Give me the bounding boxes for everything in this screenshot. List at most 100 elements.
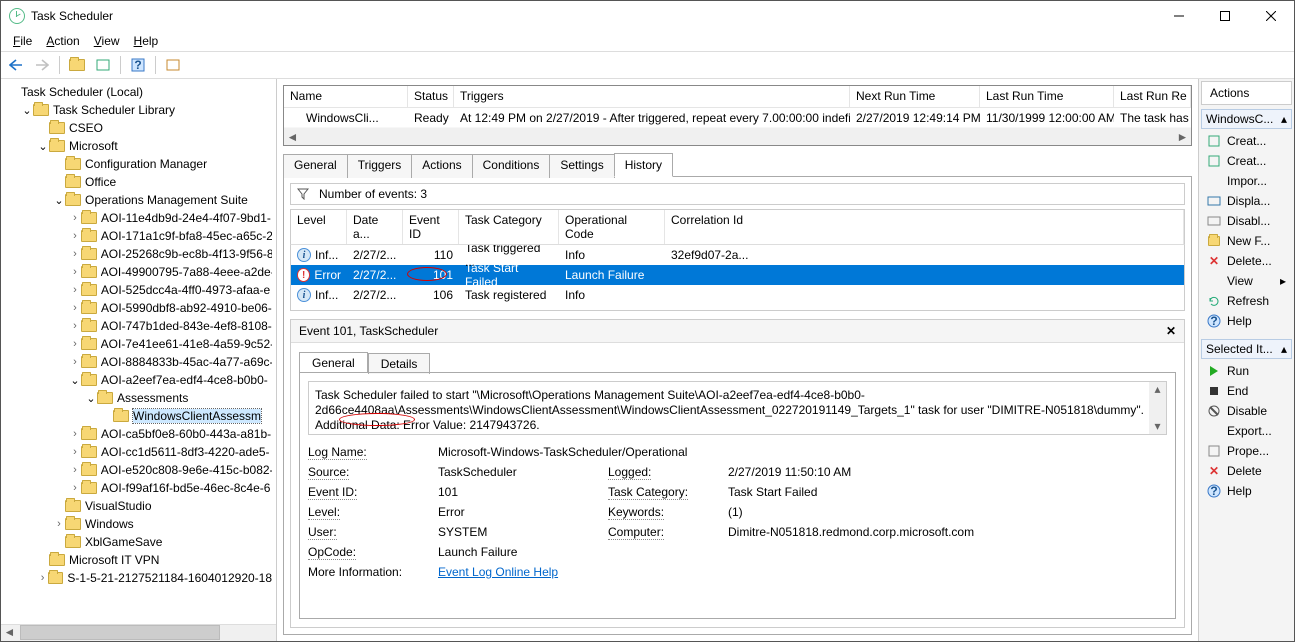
- tree-item[interactable]: WindowsClientAssessm: [5, 407, 276, 425]
- tree-item[interactable]: ⌄Microsoft: [5, 137, 276, 155]
- tree-item[interactable]: ›S-1-5-21-2127521184-1604012920-1887: [5, 569, 276, 587]
- tab-triggers[interactable]: Triggers: [347, 154, 413, 178]
- tree-item[interactable]: ›Windows: [5, 515, 276, 533]
- tree-item[interactable]: ›AOI-171a1c9f-bfa8-45ec-a65c-2: [5, 227, 276, 245]
- action-item[interactable]: ✕Delete...: [1201, 251, 1292, 271]
- action-item[interactable]: Export...: [1201, 421, 1292, 441]
- ev-col-cat[interactable]: Task Category: [459, 210, 559, 244]
- tree-item[interactable]: ›AOI-747b1ded-843e-4ef8-8108-: [5, 317, 276, 335]
- event-row[interactable]: iInf...2/27/2...110Task triggered ...Inf…: [291, 245, 1184, 265]
- expand-icon[interactable]: ›: [69, 464, 81, 476]
- tab-history[interactable]: History: [614, 153, 673, 177]
- action-item[interactable]: Creat...: [1201, 131, 1292, 151]
- col-status[interactable]: Status: [408, 86, 454, 107]
- tree-item[interactable]: ›AOI-8884833b-45ac-4a77-a69c-: [5, 353, 276, 371]
- action-item[interactable]: ?Help: [1201, 311, 1292, 331]
- actions-section-selected[interactable]: Selected It...▴: [1201, 339, 1292, 359]
- col-triggers[interactable]: Triggers: [454, 86, 850, 107]
- tree-h-scrollbar[interactable]: ◄: [1, 624, 276, 641]
- expand-icon[interactable]: ›: [69, 320, 81, 332]
- tree-item[interactable]: ›AOI-f99af16f-bd5e-46ec-8c4e-6: [5, 479, 276, 497]
- tab-actions[interactable]: Actions: [411, 154, 472, 178]
- tree-item[interactable]: ⌄Task Scheduler Library: [5, 101, 276, 119]
- back-button[interactable]: [5, 54, 27, 76]
- action-item[interactable]: Refresh: [1201, 291, 1292, 311]
- expand-icon[interactable]: ⌄: [53, 194, 65, 207]
- tree-item[interactable]: ⌄Operations Management Suite: [5, 191, 276, 209]
- tree-item[interactable]: ›AOI-cc1d5611-8df3-4220-ade5-: [5, 443, 276, 461]
- expand-icon[interactable]: ›: [53, 518, 65, 530]
- actions-section-task[interactable]: WindowsC...▴: [1201, 109, 1292, 129]
- forward-button[interactable]: [31, 54, 53, 76]
- msg-v-scrollbar[interactable]: ▴▾: [1149, 382, 1166, 434]
- menu-view[interactable]: View: [88, 32, 126, 50]
- action-item[interactable]: Impor...: [1201, 171, 1292, 191]
- action-item[interactable]: Disable: [1201, 401, 1292, 421]
- col-next[interactable]: Next Run Time: [850, 86, 980, 107]
- event-log-help-link[interactable]: Event Log Online Help: [438, 565, 558, 579]
- dtab-general[interactable]: General: [299, 352, 368, 373]
- minimize-button[interactable]: [1156, 1, 1202, 31]
- expand-icon[interactable]: ›: [69, 302, 81, 314]
- expand-icon[interactable]: ⌄: [69, 374, 81, 387]
- ev-col-op[interactable]: Operational Code: [559, 210, 665, 244]
- tree-item[interactable]: ›AOI-5990dbf8-ab92-4910-be06-: [5, 299, 276, 317]
- tree-item[interactable]: ⌄AOI-a2eef7ea-edf4-4ce8-b0b0-: [5, 371, 276, 389]
- up-button[interactable]: [66, 54, 88, 76]
- action-item[interactable]: Creat...: [1201, 151, 1292, 171]
- menu-action[interactable]: Action: [40, 32, 85, 50]
- dtab-details[interactable]: Details: [368, 353, 431, 374]
- tree-item[interactable]: XblGameSave: [5, 533, 276, 551]
- col-result[interactable]: Last Run Re: [1114, 86, 1191, 107]
- tab-general[interactable]: General: [283, 154, 348, 178]
- action-item[interactable]: ✕Delete: [1201, 461, 1292, 481]
- action-item[interactable]: Disabl...: [1201, 211, 1292, 231]
- grid-h-scrollbar[interactable]: ◄►: [284, 128, 1191, 145]
- toolbar-icon-1[interactable]: [92, 54, 114, 76]
- ev-col-date[interactable]: Date a...: [347, 210, 403, 244]
- expand-icon[interactable]: ›: [69, 338, 81, 350]
- tree-item[interactable]: Microsoft IT VPN: [5, 551, 276, 569]
- tree-item[interactable]: ›AOI-11e4db9d-24e4-4f07-9bd1-: [5, 209, 276, 227]
- maximize-button[interactable]: [1202, 1, 1248, 31]
- tree-item[interactable]: ⌄Assessments: [5, 389, 276, 407]
- tree-item[interactable]: ›AOI-e520c808-9e6e-415c-b082-: [5, 461, 276, 479]
- tab-settings[interactable]: Settings: [549, 154, 614, 178]
- close-button[interactable]: [1248, 1, 1294, 31]
- ev-col-level[interactable]: Level: [291, 210, 347, 244]
- tree-item[interactable]: ›AOI-7e41ee61-41e8-4a59-9c52-: [5, 335, 276, 353]
- expand-icon[interactable]: ›: [69, 284, 81, 296]
- col-name[interactable]: Name: [284, 86, 408, 107]
- tree-item[interactable]: VisualStudio: [5, 497, 276, 515]
- expand-icon[interactable]: ›: [69, 428, 81, 440]
- event-row[interactable]: iInf...2/27/2...106Task registeredInfo: [291, 285, 1184, 305]
- expand-icon[interactable]: ⌄: [85, 392, 97, 405]
- ev-col-id[interactable]: Event ID: [403, 210, 459, 244]
- tree-item[interactable]: Office: [5, 173, 276, 191]
- tab-conditions[interactable]: Conditions: [472, 154, 551, 178]
- filter-bar[interactable]: Number of events: 3: [290, 183, 1185, 205]
- task-row[interactable]: WindowsCli... Ready At 12:49 PM on 2/27/…: [284, 108, 1191, 128]
- expand-icon[interactable]: ›: [37, 572, 48, 584]
- action-item[interactable]: End: [1201, 381, 1292, 401]
- expand-icon[interactable]: ›: [69, 482, 81, 494]
- event-row[interactable]: !Error2/27/2...101Task Start FailedLaunc…: [291, 265, 1184, 285]
- menu-help[interactable]: Help: [128, 32, 165, 50]
- action-item[interactable]: View▸: [1201, 271, 1292, 291]
- action-item[interactable]: Prope...: [1201, 441, 1292, 461]
- expand-icon[interactable]: ›: [69, 248, 81, 260]
- ev-col-corr[interactable]: Correlation Id: [665, 210, 1184, 244]
- expand-icon[interactable]: ›: [69, 446, 81, 458]
- expand-icon[interactable]: ›: [69, 230, 81, 242]
- action-item[interactable]: New F...: [1201, 231, 1292, 251]
- tree-item[interactable]: ›AOI-ca5bf0e8-60b0-443a-a81b-: [5, 425, 276, 443]
- expand-icon[interactable]: ⌄: [21, 104, 33, 117]
- expand-icon[interactable]: ›: [69, 212, 81, 224]
- col-last[interactable]: Last Run Time: [980, 86, 1114, 107]
- expand-icon[interactable]: ›: [69, 266, 81, 278]
- help-icon[interactable]: ?: [127, 54, 149, 76]
- expand-icon[interactable]: ›: [69, 356, 81, 368]
- tree-item[interactable]: ›AOI-525dcc4a-4ff0-4973-afaa-e: [5, 281, 276, 299]
- tree-item[interactable]: CSEO: [5, 119, 276, 137]
- expand-icon[interactable]: ⌄: [37, 140, 49, 153]
